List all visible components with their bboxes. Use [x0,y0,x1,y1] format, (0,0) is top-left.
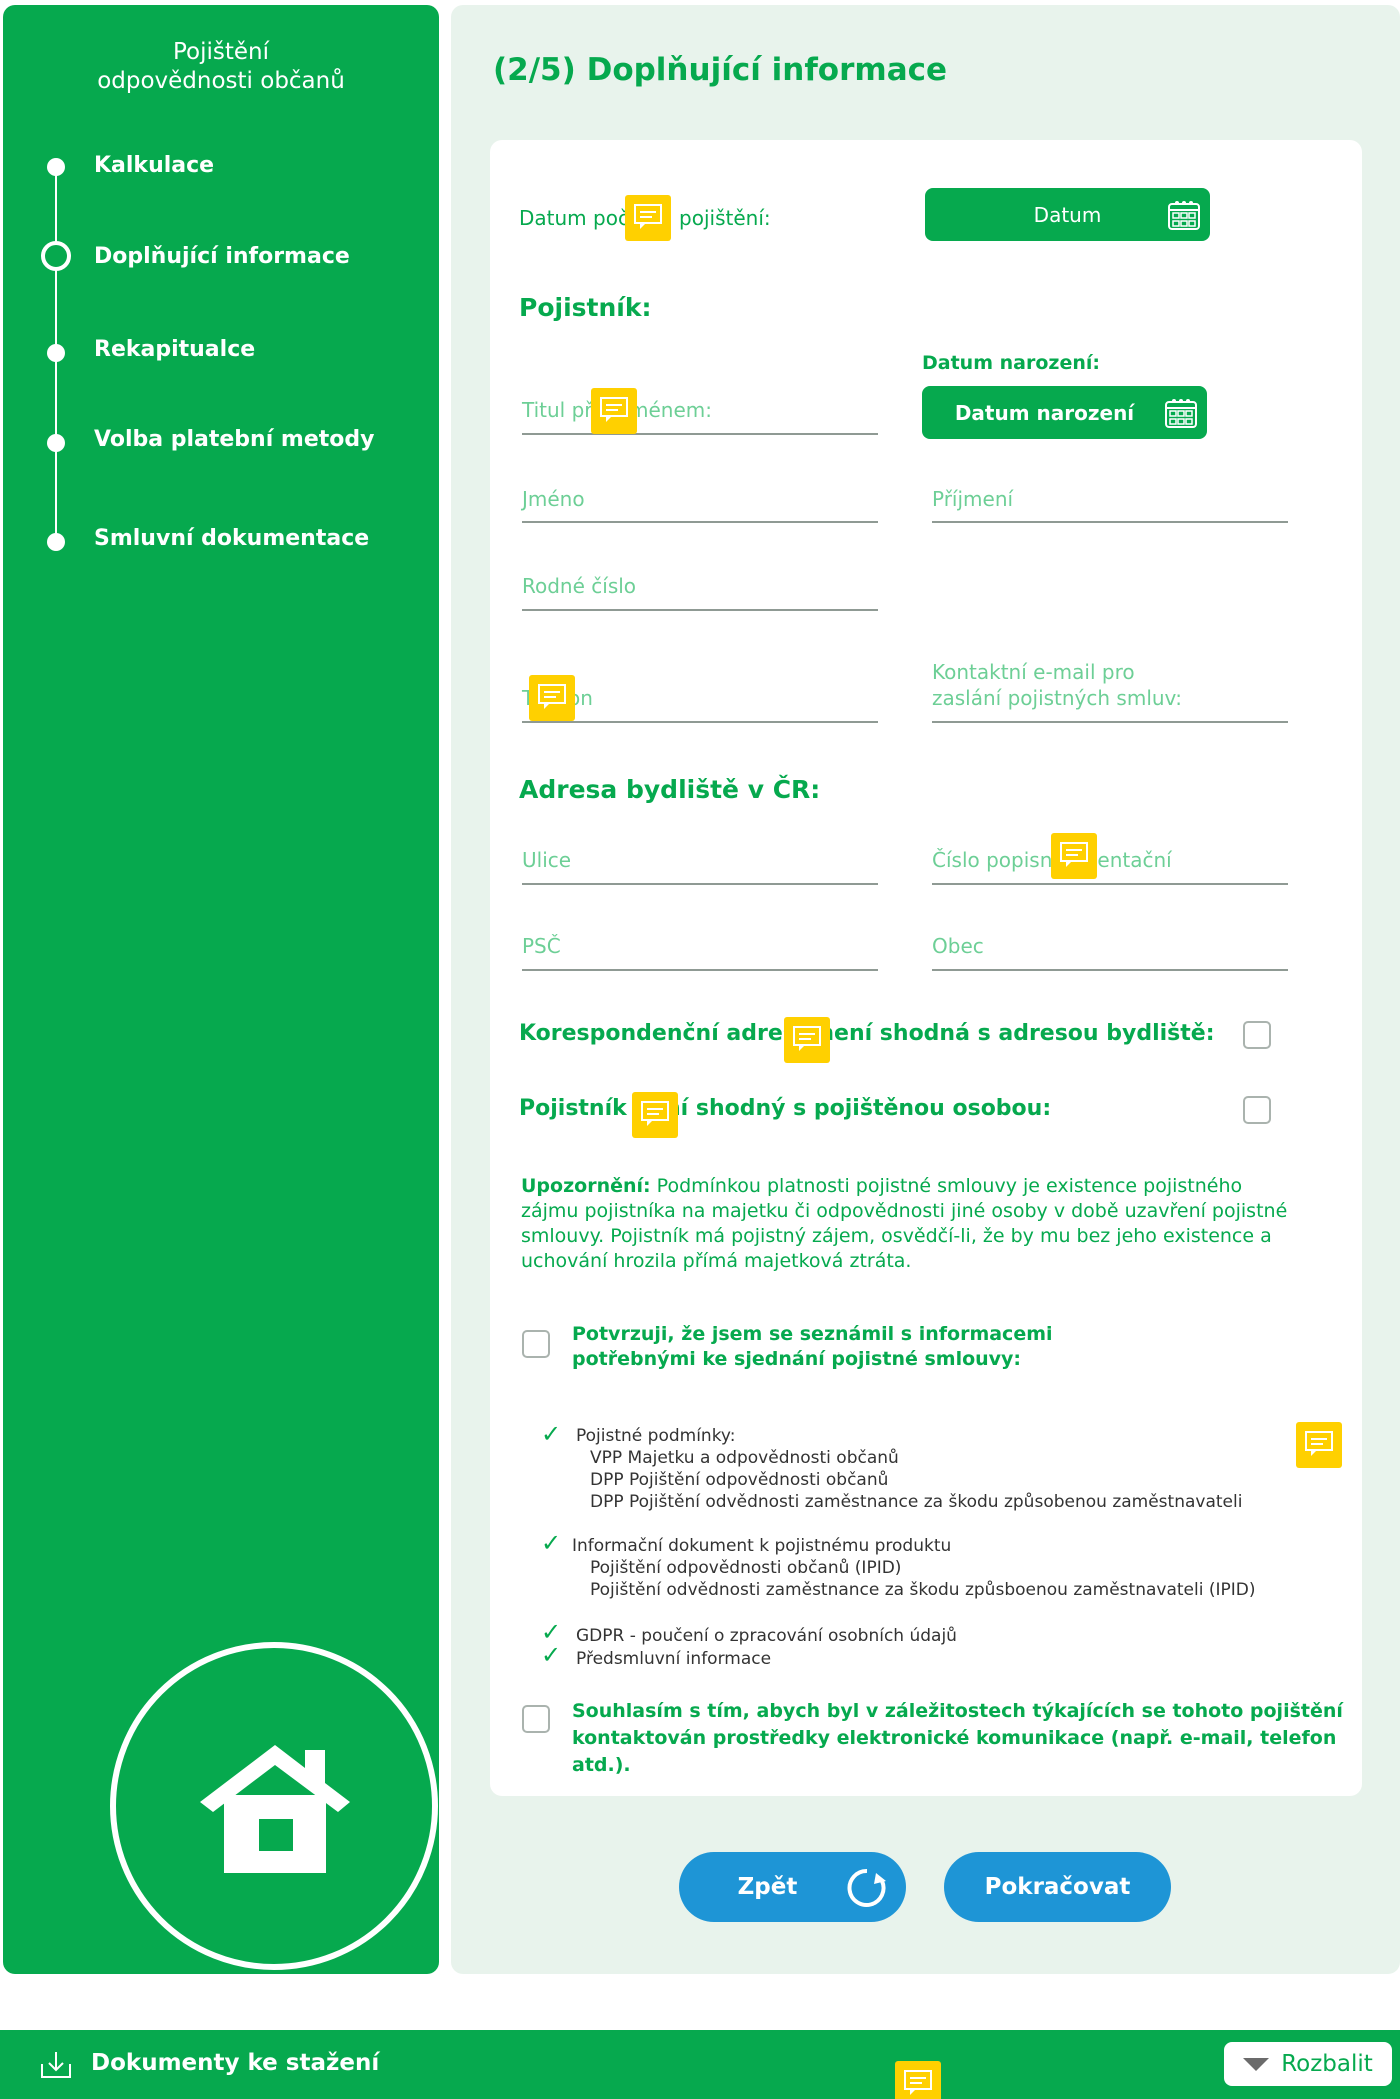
birthdate-button-label: Datum narození [954,400,1135,425]
comment-icon[interactable] [632,1092,678,1138]
street-underline [522,883,878,885]
check-icon: ✓ [541,1529,562,1557]
phone-underline [522,721,878,723]
start-date-button[interactable]: Datum [925,188,1210,241]
step-dot [47,434,65,452]
refresh-icon [847,1868,886,1907]
gdpr-doc[interactable]: GDPR - poučení o zpracování osobních úda… [576,1625,957,1647]
doc-link[interactable]: DPP Pojištění odpovědnosti občanů [576,1469,1242,1491]
notice-text: Upozornění: Podmínkou platnosti pojistné… [521,1174,1301,1274]
corr-address-checkbox[interactable] [1243,1021,1271,1049]
email-label-line2: zaslání pojistných smluv: [932,686,1183,710]
product-title: Pojištění odpovědnosti občanů [3,38,439,96]
first-name-underline [522,521,878,523]
doc-link[interactable]: Pojištění odvědnosti zaměstnance za škod… [572,1579,1255,1601]
consent-line2: kontaktován prostředky elektronické komu… [572,1727,1337,1776]
comment-icon[interactable] [1296,1422,1342,1468]
step-dot [47,533,65,551]
holder-not-insured-checkbox[interactable] [1243,1096,1271,1124]
conditions-title: Pojistné podmínky: [576,1426,736,1446]
comment-icon[interactable] [529,675,575,721]
birthdate-label: Datum narození: [922,352,1100,374]
step-doplnujici-informace[interactable]: Doplňující informace [3,237,439,277]
birth-number-field[interactable]: Rodné číslo [522,574,636,598]
step-dot [47,158,65,176]
comment-icon[interactable] [1051,833,1097,879]
info-doc-title: Informační dokument k pojistnému produkt… [572,1536,952,1556]
policyholder-heading: Pojistník: [519,293,652,322]
comment-icon[interactable] [895,2061,941,2099]
doc-link[interactable]: Pojištění odpovědnosti občanů (IPID) [572,1557,1255,1579]
consent-line1: Souhlasím s tím, abych byl v záležitoste… [572,1700,1343,1722]
step-dot [47,344,65,362]
step-rekapitulace[interactable]: Rekapitualce [3,332,439,372]
page-title: (2/5) Doplňující informace [493,52,948,88]
expand-button-label: Rozbalit [1281,2051,1373,2077]
step-label: Doplňující informace [94,244,350,269]
step-kalkulace[interactable]: Kalkulace [3,146,439,186]
city-field[interactable]: Obec [932,934,984,958]
check-icon: ✓ [541,1641,562,1669]
last-name-field[interactable]: Příjmení [932,487,1013,511]
start-date-button-label: Datum [1033,202,1102,227]
documents-bar-label: Dokumenty ke stažení [91,2050,380,2076]
check-icon: ✓ [541,1420,562,1448]
conditions-block: Pojistné podmínky: VPP Majetku a odpověd… [576,1425,1242,1513]
step-dot-current [41,241,71,271]
step-label: Volba platební metody [94,427,375,452]
calendar-icon [1165,399,1197,428]
city-underline [932,969,1288,971]
birthdate-button[interactable]: Datum narození [922,386,1207,439]
step-label: Rekapitualce [94,337,256,362]
comment-icon[interactable] [784,1017,830,1063]
email-underline [932,721,1288,723]
precontract-doc[interactable]: Předsmluvní informace [576,1648,771,1670]
step-volba-platebni-metody[interactable]: Volba platební metody [3,422,439,462]
back-button[interactable]: Zpět [679,1852,906,1922]
doc-link[interactable]: DPP Pojištění odvědnosti zaměstnance za … [576,1491,1242,1513]
product-title-line1: Pojištění [172,39,270,65]
info-doc-block: Informační dokument k pojistnému produkt… [572,1535,1255,1601]
back-button-label: Zpět [737,1874,798,1900]
comment-icon[interactable] [591,388,637,434]
zip-field[interactable]: PSČ [522,934,561,958]
first-name-field[interactable]: Jméno [522,487,585,511]
address-heading: Adresa bydliště v ČR: [519,775,821,804]
email-label-line1: Kontaktní e-mail pro [932,660,1135,684]
step-label: Smluvní dokumentace [94,526,370,551]
continue-button[interactable]: Pokračovat [944,1852,1171,1922]
calendar-icon [1168,201,1200,230]
birth-number-underline [522,609,878,611]
last-name-underline [932,521,1288,523]
triangle-down-icon [1243,2057,1270,2071]
step-smluvni-dokumentace[interactable]: Smluvní dokumentace [3,521,439,561]
holder-not-insured-label: Pojistník není shodný s pojištěnou osobo… [519,1096,1052,1121]
confirm-line2: potřebnými ke sjednání pojistné smlouvy: [572,1348,1022,1370]
documents-bar[interactable]: Dokumenty ke stažení Rozbalit [0,2030,1400,2099]
consent-checkbox[interactable] [522,1705,550,1733]
comment-icon[interactable] [625,195,671,241]
house-number-underline [932,883,1288,885]
house-icon [200,1745,350,1873]
product-title-line2: odpovědnosti občanů [97,68,345,94]
title-before-name-underline [522,433,878,435]
notice-bold: Upozornění: [521,1175,651,1197]
confirm-line1: Potvrzuji, že jsem se seznámil s informa… [572,1323,1053,1345]
confirm-checkbox[interactable] [522,1330,550,1358]
expand-button[interactable]: Rozbalit [1224,2042,1392,2086]
doc-link[interactable]: VPP Majetku a odpovědnosti občanů [576,1447,1242,1469]
email-field[interactable]: Kontaktní e-mail pro zaslání pojistných … [932,659,1182,711]
confirm-label: Potvrzuji, že jsem se seznámil s informa… [572,1322,1053,1372]
step-label: Kalkulace [94,153,215,178]
download-icon [41,2052,71,2078]
street-field[interactable]: Ulice [522,848,571,872]
corr-address-label: Korespondenční adresa není shodná s adre… [519,1021,1215,1046]
consent-label: Souhlasím s tím, abych byl v záležitoste… [572,1698,1400,1779]
zip-underline [522,969,878,971]
